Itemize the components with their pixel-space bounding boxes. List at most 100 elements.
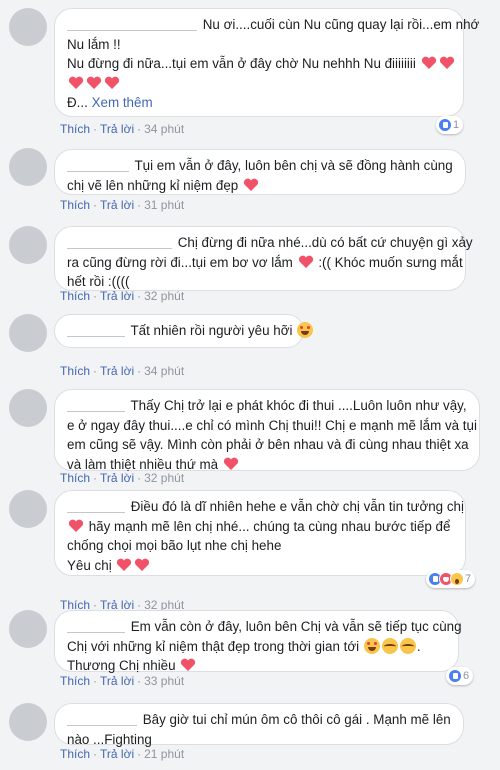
comment-line: e ở ngay đây thui....e chỉ có mình Chị t… <box>67 417 477 433</box>
comment-actions: Thích · Trả lời · 33 phút <box>60 674 185 688</box>
comment-line: Điều đó là dĩ nhiên hehe e vẫn chờ chị v… <box>67 497 464 517</box>
like-icon <box>448 669 462 683</box>
comment-line: Yêu chị <box>67 556 453 576</box>
author-name[interactable] <box>67 712 137 726</box>
reaction-count: 1 <box>453 119 460 131</box>
heart-eyes-emoji-icon <box>297 322 314 338</box>
hugging-face-icon <box>381 637 398 654</box>
comment-bubble: Tất nhiên rồi người yêu hỡi <box>54 314 314 348</box>
like-icon <box>438 118 452 132</box>
comment-line: hãy mạnh mẽ lên chị nhé... chúng ta cùng… <box>67 517 453 537</box>
heart-icon <box>116 558 132 572</box>
comment-actions: Thích · Trả lời · 34 phút <box>60 364 185 378</box>
author-name[interactable] <box>67 323 125 337</box>
comment-line: Nu ơi....cuối cùn Nu cũng quay lại rồi..… <box>67 15 479 35</box>
comment-line: Đ... Xem thêm <box>67 95 153 110</box>
avatar[interactable] <box>9 226 47 264</box>
comment-line: em cũng sẽ vậy. Mình còn phải ở bên nhau… <box>67 437 469 452</box>
like-button[interactable]: Thích <box>60 122 90 136</box>
heart-icon <box>68 519 84 533</box>
heart-eyes-icon <box>421 56 437 70</box>
comment-line: Nu lắm !! <box>67 36 121 52</box>
like-button[interactable]: Thích <box>60 364 90 378</box>
reply-button[interactable]: Trả lời <box>100 364 134 378</box>
author-name[interactable] <box>67 499 125 513</box>
reaction-count: 6 <box>463 670 470 682</box>
comment-bubble: Điều đó là dĩ nhiên hehe e vẫn chờ chị v… <box>54 490 466 576</box>
heart-icon <box>134 558 150 572</box>
heart-eyes-emoji-icon <box>363 637 380 654</box>
comment-line: Tất nhiên rồi người yêu hỡi <box>67 321 314 341</box>
comment-line: Bây giờ tui chỉ mún ôm cô thôi cô gái . … <box>67 710 451 730</box>
comment-line: chị vẽ lên những kỉ niệm đẹp <box>67 176 453 196</box>
comment-bubble: Em vẫn còn ở đây, luôn bên Chị và vẫn sẽ… <box>54 610 462 673</box>
comment-time[interactable]: 34 phút <box>144 364 184 378</box>
comment-line: ra cũng đừng rời đi...tụi em bơ vơ lắm :… <box>67 254 463 270</box>
comment-line: Thương Chị nhiều <box>67 656 446 676</box>
comment-bubble: Nu ơi....cuối cùn Nu cũng quay lại rồi..… <box>54 8 479 117</box>
comment-actions: Thích · Trả lời · 31 phút <box>60 198 185 212</box>
hugging-face-icon <box>399 637 416 654</box>
author-name[interactable] <box>67 398 125 412</box>
heart-icon <box>68 76 84 90</box>
comment-actions: Thích · Trả lời · 34 phút <box>60 122 185 136</box>
comment-thread: Nu ơi....cuối cùn Nu cũng quay lại rồi..… <box>0 0 500 770</box>
reaction-summary[interactable]: 6 <box>446 667 474 685</box>
comment-line: Chị với những kỉ niệm thật đẹp trong thờ… <box>67 637 421 654</box>
avatar[interactable] <box>9 8 47 46</box>
like-button[interactable]: Thích <box>60 289 90 303</box>
heart-icon <box>180 658 196 672</box>
like-button[interactable]: Thích <box>60 674 90 688</box>
avatar[interactable] <box>9 703 47 741</box>
reply-button[interactable]: Trả lời <box>100 674 134 688</box>
reply-button[interactable]: Trả lời <box>100 198 134 212</box>
reply-button[interactable]: Trả lời <box>100 747 134 761</box>
heart-icon <box>243 178 259 192</box>
comment-bubble: Tụi em vẫn ở đây, luôn bên chị và sẽ đồn… <box>54 149 466 195</box>
comment-line <box>67 74 451 94</box>
like-button[interactable]: Thích <box>60 747 90 761</box>
like-button[interactable]: Thích <box>60 471 90 485</box>
comment-line: Em vẫn còn ở đây, luôn bên Chị và vẫn sẽ… <box>67 617 462 637</box>
avatar[interactable] <box>9 148 47 186</box>
wow-icon <box>450 572 464 586</box>
comment-line: Tụi em vẫn ở đây, luôn bên chị và sẽ đồn… <box>67 156 453 176</box>
heart-icon <box>86 76 102 90</box>
heart-icon <box>223 457 239 471</box>
see-more-link[interactable]: Xem thêm <box>92 95 153 110</box>
reaction-count: 7 <box>465 573 472 585</box>
comment-bubble: Bây giờ tui chỉ mún ôm cô thôi cô gái . … <box>54 703 464 747</box>
comment-actions: Thích · Trả lời · 21 phút <box>60 747 185 761</box>
reaction-summary[interactable]: 7 <box>426 570 476 588</box>
comment-time[interactable]: 33 phút <box>144 674 184 688</box>
comment-line: Nu đừng đi nữa...tụi em vẫn ở đây chờ Nu… <box>67 54 454 74</box>
like-button[interactable]: Thích <box>60 198 90 212</box>
heart-eyes-icon <box>439 56 455 70</box>
comment-actions: Thích · Trả lời · 32 phút <box>60 471 185 485</box>
comment-line: Thấy Chị trở lại e phát khóc đi thui ...… <box>67 396 467 416</box>
reaction-summary[interactable]: 1 <box>436 116 464 134</box>
avatar[interactable] <box>9 314 47 352</box>
comment-bubble: Thấy Chị trở lại e phát khóc đi thui ...… <box>54 389 480 472</box>
comment-time[interactable]: 34 phút <box>144 122 184 136</box>
comment-time[interactable]: 32 phút <box>144 471 184 485</box>
reply-button[interactable]: Trả lời <box>100 471 134 485</box>
comment-line: Chị đừng đi nữa nhé...dù có bất cứ chuyệ… <box>67 233 473 253</box>
comment-actions: Thích · Trả lời · 32 phút <box>60 289 185 303</box>
heart-icon <box>298 255 314 269</box>
reply-button[interactable]: Trả lời <box>100 122 134 136</box>
comment-time[interactable]: 21 phút <box>144 747 184 761</box>
avatar[interactable] <box>9 389 47 427</box>
author-name[interactable] <box>67 158 129 172</box>
comment-line: chống chọi mọi bão lụt nhe chị hehe <box>67 538 282 553</box>
comment-bubble: Chị đừng đi nữa nhé...dù có bất cứ chuyệ… <box>54 226 473 291</box>
author-name[interactable] <box>67 17 197 31</box>
heart-icon <box>104 76 120 90</box>
author-name[interactable] <box>67 619 125 633</box>
comment-time[interactable]: 32 phút <box>144 289 184 303</box>
author-name[interactable] <box>67 235 172 249</box>
avatar[interactable] <box>9 610 47 648</box>
avatar[interactable] <box>9 490 47 528</box>
reply-button[interactable]: Trả lời <box>100 289 134 303</box>
comment-time[interactable]: 31 phút <box>144 198 184 212</box>
